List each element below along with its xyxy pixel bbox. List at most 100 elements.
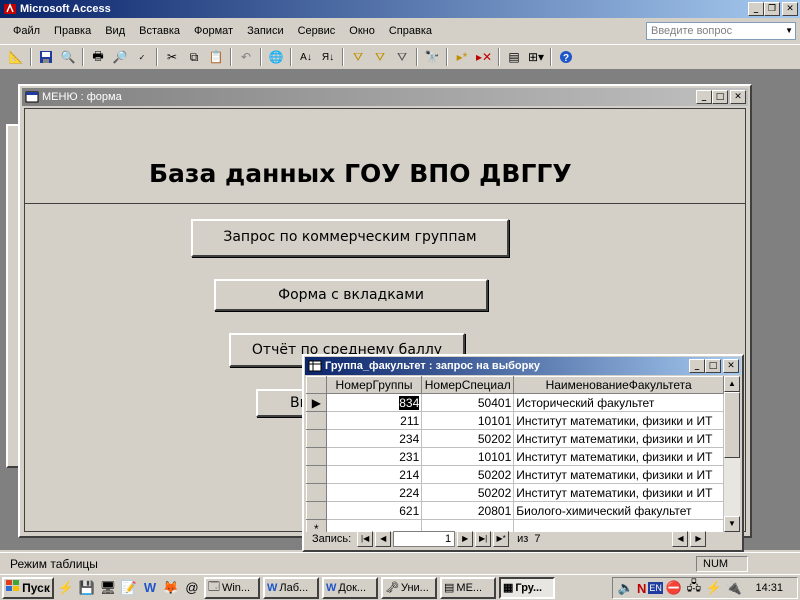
task-button[interactable]: W Док...	[322, 576, 378, 599]
new-record-icon[interactable]: ▸*	[452, 47, 472, 67]
task-button[interactable]: W Лаб...	[263, 576, 319, 599]
language-indicator[interactable]: EN	[648, 582, 663, 594]
table-cell[interactable]: 10101	[421, 447, 515, 466]
task-button[interactable]: 🗔 Win...	[204, 576, 260, 599]
ask-dropdown-icon[interactable]: ▼	[785, 23, 793, 39]
task-button-active[interactable]: ▦ Гру...	[499, 576, 555, 599]
menu-help[interactable]: Справка	[382, 25, 439, 37]
table-cell[interactable]: 231	[326, 447, 423, 466]
help-icon[interactable]: ?	[556, 47, 576, 67]
properties-icon[interactable]: ▤	[504, 47, 524, 67]
table-cell[interactable]: 214	[326, 465, 423, 484]
antivirus-icon[interactable]: ⛔	[665, 579, 683, 597]
prev-record-icon[interactable]: ◀	[375, 531, 392, 547]
new-object-icon[interactable]: ⊞▾	[526, 47, 546, 67]
close-button[interactable]: ✕	[782, 2, 798, 16]
query-minimize-button[interactable]: _	[689, 359, 705, 373]
table-row[interactable]: 621 20801 Биолого-химический факультет	[306, 501, 724, 520]
minimize-button[interactable]: _	[748, 2, 764, 16]
menu-file[interactable]: Файл	[6, 25, 47, 37]
corner-header[interactable]	[306, 376, 327, 394]
quicklaunch-save-icon[interactable]: 💾	[78, 579, 96, 597]
hscroll-left-icon[interactable]: ◀	[672, 531, 689, 547]
cut-icon[interactable]: ✂	[162, 47, 182, 67]
quicklaunch-monitor-icon[interactable]: 🖥	[99, 579, 117, 597]
scroll-thumb[interactable]	[724, 392, 740, 458]
tabbed-form-button[interactable]: Форма с вкладками	[214, 279, 488, 311]
hscroll-right-icon[interactable]: ▶	[690, 531, 707, 547]
save-icon[interactable]	[36, 47, 56, 67]
filter-selection-icon[interactable]: ⛛	[348, 47, 368, 67]
table-cell[interactable]: 50202	[421, 483, 515, 502]
record-selector[interactable]	[306, 429, 327, 448]
column-header[interactable]: НомерГруппы	[326, 376, 423, 394]
quicklaunch-notepad-icon[interactable]: 📝	[120, 579, 138, 597]
find-icon[interactable]: 🔭	[422, 47, 442, 67]
delete-record-icon[interactable]: ▸✕	[474, 47, 494, 67]
query-commercial-groups-button[interactable]: Запрос по коммерческим группам	[191, 219, 509, 257]
task-button[interactable]: ▤ МЕ...	[440, 576, 496, 599]
spelling-icon[interactable]: ✓	[132, 47, 152, 67]
query-maximize-button[interactable]: □	[705, 359, 721, 373]
table-cell[interactable]: Институт математики, физики и ИТ	[513, 447, 724, 466]
table-cell[interactable]: Биолого-химический факультет	[513, 501, 724, 520]
column-header[interactable]: НомерСпециал	[421, 376, 515, 394]
undo-icon[interactable]: ↶	[236, 47, 256, 67]
design-view-icon[interactable]: 📐	[6, 47, 26, 67]
apply-filter-icon[interactable]: ⛛	[392, 47, 412, 67]
print-preview-icon[interactable]: 🔎	[110, 47, 130, 67]
table-cell[interactable]: 621	[326, 501, 423, 520]
table-cell[interactable]: 224	[326, 483, 423, 502]
table-cell[interactable]: 834	[326, 393, 423, 412]
table-cell[interactable]: Институт математики, физики и ИТ	[513, 429, 724, 448]
record-selector[interactable]	[306, 501, 327, 520]
table-cell[interactable]: 20801	[421, 501, 515, 520]
next-record-icon[interactable]: ▶	[457, 531, 474, 547]
quicklaunch-icon[interactable]: ⚡	[57, 579, 75, 597]
table-row[interactable]: 224 50202 Институт математики, физики и ИТ	[306, 483, 724, 502]
first-record-icon[interactable]: |◀	[357, 531, 374, 547]
table-cell[interactable]: 50401	[421, 393, 515, 412]
record-number-input[interactable]: 1	[393, 531, 456, 547]
search-file-icon[interactable]: 🔍	[58, 47, 78, 67]
form-minimize-button[interactable]: _	[696, 90, 712, 104]
n-icon[interactable]: N	[637, 581, 646, 596]
sort-asc-icon[interactable]: A↓	[296, 47, 316, 67]
tray-extra-icon[interactable]: 🔌	[725, 579, 743, 597]
table-cell[interactable]: 211	[326, 411, 423, 430]
table-cell[interactable]: 10101	[421, 411, 515, 430]
ask-question-input[interactable]: Введите вопрос ▼	[646, 22, 796, 40]
copy-icon[interactable]: ⧉	[184, 47, 204, 67]
table-row[interactable]: 231 10101 Институт математики, физики и ИТ	[306, 447, 724, 466]
quicklaunch-word-icon[interactable]: W	[141, 579, 159, 597]
menu-insert[interactable]: Вставка	[132, 25, 187, 37]
sort-desc-icon[interactable]: Я↓	[318, 47, 338, 67]
hyperlink-icon[interactable]: 🌐	[266, 47, 286, 67]
menu-format[interactable]: Формат	[187, 25, 240, 37]
table-cell[interactable]: 234	[326, 429, 423, 448]
selected-cell-value[interactable]: 834	[399, 395, 420, 410]
column-header[interactable]: НаименованиеФакультета	[513, 376, 724, 394]
table-row[interactable]: 211 10101 Институт математики, физики и ИТ	[306, 411, 724, 430]
record-selector[interactable]	[306, 465, 327, 484]
menu-tools[interactable]: Сервис	[291, 25, 343, 37]
quicklaunch-mail-icon[interactable]: @	[183, 579, 201, 597]
tray-tool-icon[interactable]: ⚡	[705, 579, 723, 597]
menu-edit[interactable]: Правка	[47, 25, 98, 37]
table-row[interactable]: ▶ 834 50401 Исторический факультет	[306, 393, 724, 412]
volume-icon[interactable]: 🔈	[617, 579, 635, 597]
table-row[interactable]: 234 50202 Институт математики, физики и ИТ	[306, 429, 724, 448]
form-close-button[interactable]: ✕	[730, 90, 746, 104]
quicklaunch-firefox-icon[interactable]: 🦊	[162, 579, 180, 597]
table-cell[interactable]: 50202	[421, 429, 515, 448]
new-record-nav-icon[interactable]: ▶*	[493, 531, 510, 547]
table-cell[interactable]: Институт математики, физики и ИТ	[513, 465, 724, 484]
record-selector[interactable]	[306, 411, 327, 430]
scroll-up-icon[interactable]: ▲	[724, 376, 740, 392]
filter-form-icon[interactable]: ⛛	[370, 47, 390, 67]
table-cell[interactable]: Институт математики, физики и ИТ	[513, 411, 724, 430]
paste-icon[interactable]: 📋	[206, 47, 226, 67]
last-record-icon[interactable]: ▶|	[475, 531, 492, 547]
menu-records[interactable]: Записи	[240, 25, 291, 37]
restore-button[interactable]: ❐	[764, 2, 780, 16]
